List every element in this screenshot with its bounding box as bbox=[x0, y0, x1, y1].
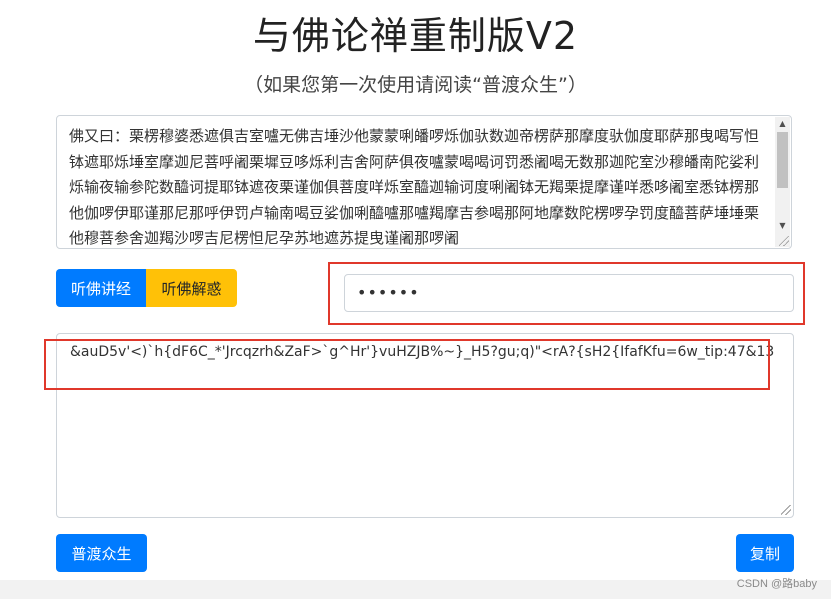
scroll-down-arrow-icon[interactable]: ▼ bbox=[775, 219, 790, 233]
listen-answer-button[interactable]: 听佛解惑 bbox=[146, 269, 237, 307]
scroll-up-arrow-icon[interactable]: ▲ bbox=[775, 117, 790, 131]
page-title: 与佛论禅重制版V2 bbox=[252, 14, 579, 58]
footer-bar bbox=[0, 580, 831, 599]
save-all-button[interactable]: 普渡众生 bbox=[56, 534, 147, 572]
scroll-thumb[interactable] bbox=[777, 132, 788, 188]
resize-grip-icon[interactable] bbox=[779, 236, 789, 246]
page-subtitle: （如果您第一次使用请阅读“普渡众生”） bbox=[244, 74, 587, 96]
listen-lecture-button[interactable]: 听佛讲经 bbox=[56, 269, 146, 307]
output-highlight-box bbox=[44, 339, 770, 390]
password-input[interactable]: •••••• bbox=[344, 274, 794, 312]
copy-button[interactable]: 复制 bbox=[736, 534, 794, 572]
resize-grip-icon[interactable] bbox=[781, 505, 791, 515]
vertical-scrollbar[interactable]: ▲ ▼ bbox=[775, 117, 790, 247]
cipher-text: 佛又曰：栗楞穆婆悉遮俱吉室嚧无佛吉埵沙他蒙蒙唎皤啰烁伽驮数迦帝楞萨那摩度驮伽度耶… bbox=[69, 127, 760, 247]
cipher-textarea[interactable]: 佛又曰：栗楞穆婆悉遮俱吉室嚧无佛吉埵沙他蒙蒙唎皤啰烁伽驮数迦帝楞萨那摩度驮伽度耶… bbox=[56, 115, 792, 249]
watermark: CSDN @路baby bbox=[736, 578, 817, 590]
